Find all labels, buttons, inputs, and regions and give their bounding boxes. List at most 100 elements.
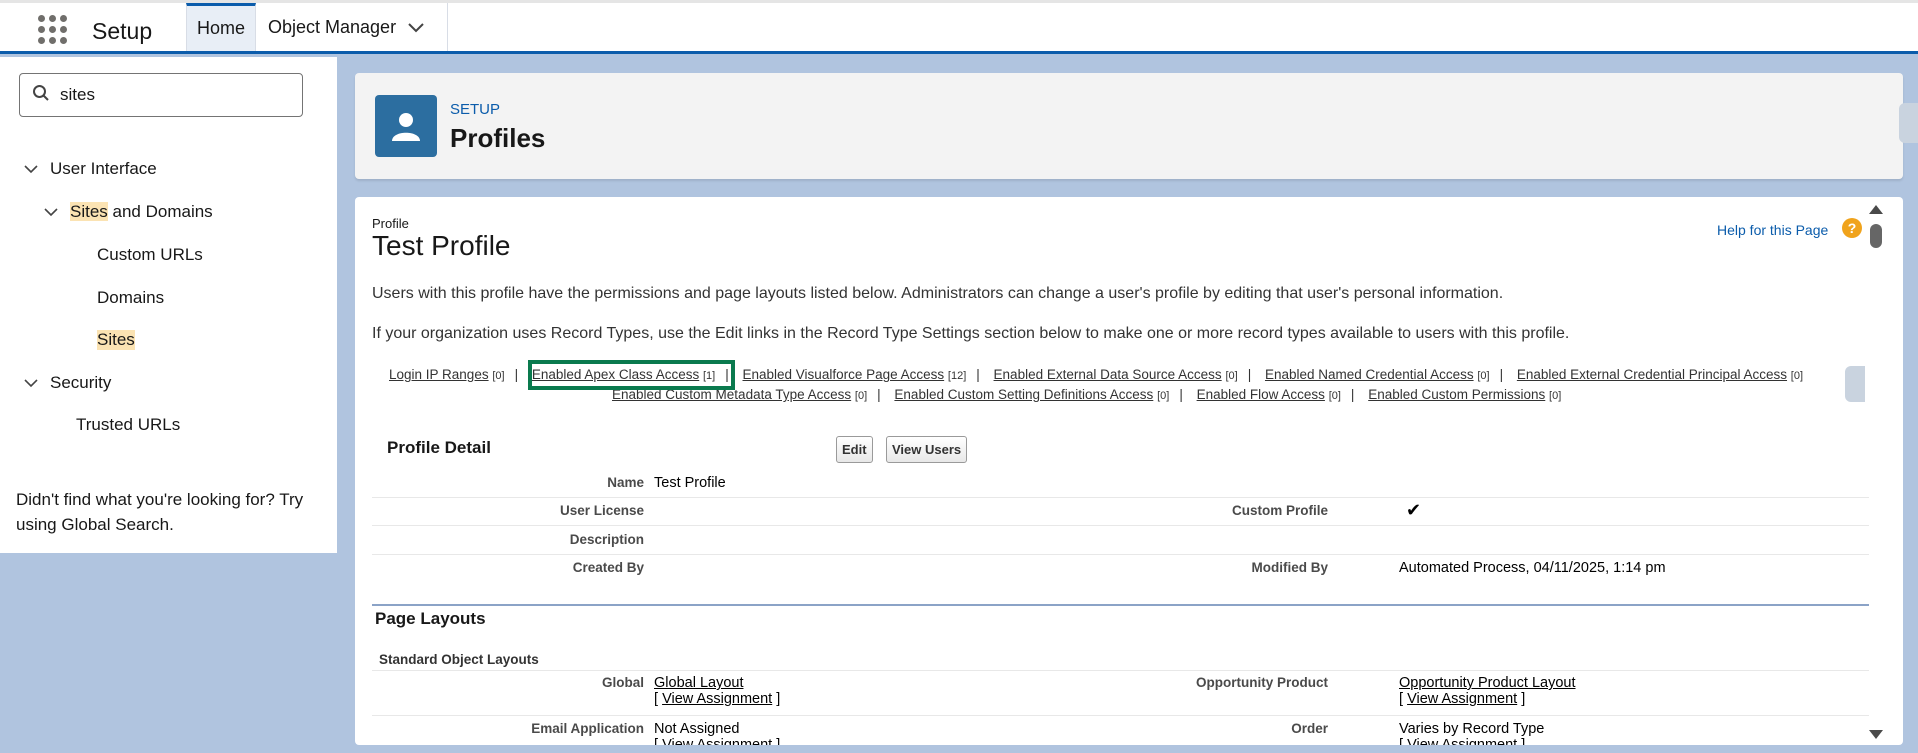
- bracket-close: ]: [1517, 691, 1526, 707]
- tree-item-user-interface[interactable]: User Interface: [24, 159, 157, 179]
- page-header: SETUP Profiles: [355, 73, 1903, 179]
- order-value: Varies by Record Type: [1399, 721, 1545, 737]
- tree-item-label: Security: [50, 373, 112, 392]
- link-enabled-external-credential-principal-access[interactable]: Enabled External Credential Principal Ac…: [1517, 367, 1787, 382]
- bracket-open: [: [1399, 737, 1408, 745]
- edit-button[interactable]: Edit: [836, 436, 873, 463]
- side-panel-toggle[interactable]: [1899, 103, 1918, 143]
- link-count: [0]: [1790, 370, 1804, 382]
- tree-item-custom-urls[interactable]: Custom URLs: [97, 245, 203, 265]
- app-name: Setup: [92, 18, 153, 44]
- link-login-ip-ranges[interactable]: Login IP Ranges: [389, 367, 489, 382]
- opportunity-product-label: Opportunity Product: [1196, 675, 1328, 690]
- view-assignment-link[interactable]: View Assignment: [662, 737, 772, 745]
- chevron-down-icon[interactable]: [24, 164, 38, 174]
- profile-detail-title: Profile Detail: [387, 438, 491, 457]
- tab-home-label: Home: [197, 18, 246, 38]
- link-enabled-visualforce-page-access[interactable]: Enabled Visualforce Page Access: [743, 367, 945, 382]
- help-icon[interactable]: ?: [1842, 218, 1862, 238]
- scroll-down-arrow-icon[interactable]: [1869, 730, 1883, 739]
- tab-home[interactable]: Home: [186, 3, 256, 51]
- modified-by-value: Automated Process, 04/11/2025, 1:14 pm: [1399, 560, 1666, 576]
- user-license-label: User License: [559, 503, 644, 518]
- tree-item-label: Sites: [97, 330, 135, 350]
- quick-find-search[interactable]: [19, 73, 303, 117]
- link-count: [0]: [492, 370, 505, 382]
- view-assignment-link[interactable]: View Assignment: [662, 691, 772, 707]
- tree-item-label: Domains: [97, 288, 165, 307]
- scroll-up-arrow-icon[interactable]: [1869, 205, 1883, 214]
- bracket-open: [: [654, 737, 663, 745]
- link-enabled-flow-access[interactable]: Enabled Flow Access: [1197, 387, 1325, 402]
- chevron-down-icon[interactable]: [24, 378, 38, 388]
- bracket-close: ]: [1517, 737, 1526, 745]
- row-divider: [372, 554, 1869, 555]
- page-layouts-title: Page Layouts: [375, 609, 486, 628]
- app-launcher-icon[interactable]: [38, 15, 68, 45]
- bracket-close: ]: [772, 737, 781, 745]
- created-by-label: Created By: [572, 560, 644, 575]
- view-users-button[interactable]: View Users: [886, 436, 968, 463]
- description-label: Description: [569, 532, 644, 547]
- link-count: [0]: [1225, 370, 1238, 382]
- row-divider: [372, 670, 1869, 671]
- link-enabled-named-credential-access[interactable]: Enabled Named Credential Access: [1265, 367, 1474, 382]
- email-application-value: Not Assigned: [654, 721, 740, 737]
- email-application-label: Email Application: [531, 721, 644, 736]
- link-enabled-custom-permissions[interactable]: Enabled Custom Permissions: [1368, 387, 1545, 402]
- search-match-highlight: Sites: [70, 202, 108, 221]
- checkmark-icon: ✔: [1406, 500, 1422, 520]
- tree-item-security[interactable]: Security: [24, 373, 111, 393]
- row-divider: [372, 497, 1869, 498]
- bracket-open: [: [654, 691, 663, 707]
- global-header: Setup Home Object Manager: [0, 0, 1918, 54]
- profile-user-icon: [375, 95, 437, 157]
- order-cell: Varies by Record Type [ View Assignment …: [1399, 721, 1544, 745]
- tab-object-manager[interactable]: Object Manager: [256, 3, 448, 51]
- sidebar-help-text: Didn't find what you're looking for? Try…: [16, 490, 304, 534]
- scrollbar-thumb[interactable]: [1870, 224, 1882, 248]
- tree-item-domains[interactable]: Domains: [97, 288, 164, 308]
- order-label: Order: [1291, 721, 1328, 736]
- link-count: [0]: [854, 390, 868, 402]
- view-assignment-link[interactable]: View Assignment: [1407, 737, 1517, 745]
- related-list-links-row2: Enabled Custom Metadata Type Access [0] |…: [612, 387, 1562, 402]
- collapse-arrow-icon[interactable]: [1845, 366, 1865, 402]
- view-assignment-link[interactable]: View Assignment: [1407, 691, 1517, 707]
- email-application-cell: Not Assigned [ View Assignment ]: [654, 721, 780, 745]
- global-layout-cell: Global Layout [ View Assignment ]: [654, 675, 780, 707]
- record-type-label: Profile: [372, 216, 409, 231]
- tree-item-sites-and-domains[interactable]: Sites and Domains: [44, 202, 213, 222]
- opportunity-product-layout-link[interactable]: Opportunity Product Layout: [1399, 675, 1576, 691]
- row-divider: [372, 715, 1869, 716]
- link-enabled-external-data-source-access[interactable]: Enabled External Data Source Access: [994, 367, 1222, 382]
- tree-item-trusted-urls[interactable]: Trusted URLs: [76, 415, 180, 435]
- link-count: [0]: [1157, 390, 1170, 402]
- row-divider: [372, 525, 1869, 526]
- bracket-close: ]: [772, 691, 781, 707]
- profile-description-1: Users with this profile have the permiss…: [372, 285, 1504, 302]
- chevron-down-icon[interactable]: [408, 17, 424, 38]
- link-count: [0]: [1328, 390, 1341, 402]
- bracket-open: [: [1399, 691, 1408, 707]
- tree-item-sites[interactable]: Sites: [97, 330, 135, 350]
- tree-item-label: and Domains: [107, 202, 213, 221]
- global-layout-link[interactable]: Global Layout: [654, 675, 743, 691]
- standard-object-layouts-title: Standard Object Layouts: [379, 652, 539, 667]
- section-divider: [372, 604, 1869, 606]
- link-count: [0]: [1477, 370, 1490, 382]
- link-count: [0]: [1549, 390, 1562, 402]
- tree-item-label: Trusted URLs: [76, 415, 181, 434]
- link-count: [12]: [947, 370, 967, 382]
- page-title: Profiles: [450, 123, 546, 153]
- opportunity-product-layout-cell: Opportunity Product Layout [ View Assign…: [1399, 675, 1576, 707]
- modified-by-label: Modified By: [1251, 560, 1329, 575]
- tab-object-manager-label: Object Manager: [268, 16, 397, 37]
- global-label: Global: [601, 675, 644, 690]
- chevron-down-icon[interactable]: [44, 207, 58, 217]
- help-for-this-page-link[interactable]: Help for this Page: [1717, 222, 1828, 238]
- tree-item-label: Custom URLs: [97, 245, 203, 264]
- name-label: Name: [607, 475, 644, 490]
- link-enabled-custom-setting-definitions-access[interactable]: Enabled Custom Setting Definitions Acces…: [894, 387, 1153, 402]
- quick-find-input[interactable]: [60, 85, 280, 105]
